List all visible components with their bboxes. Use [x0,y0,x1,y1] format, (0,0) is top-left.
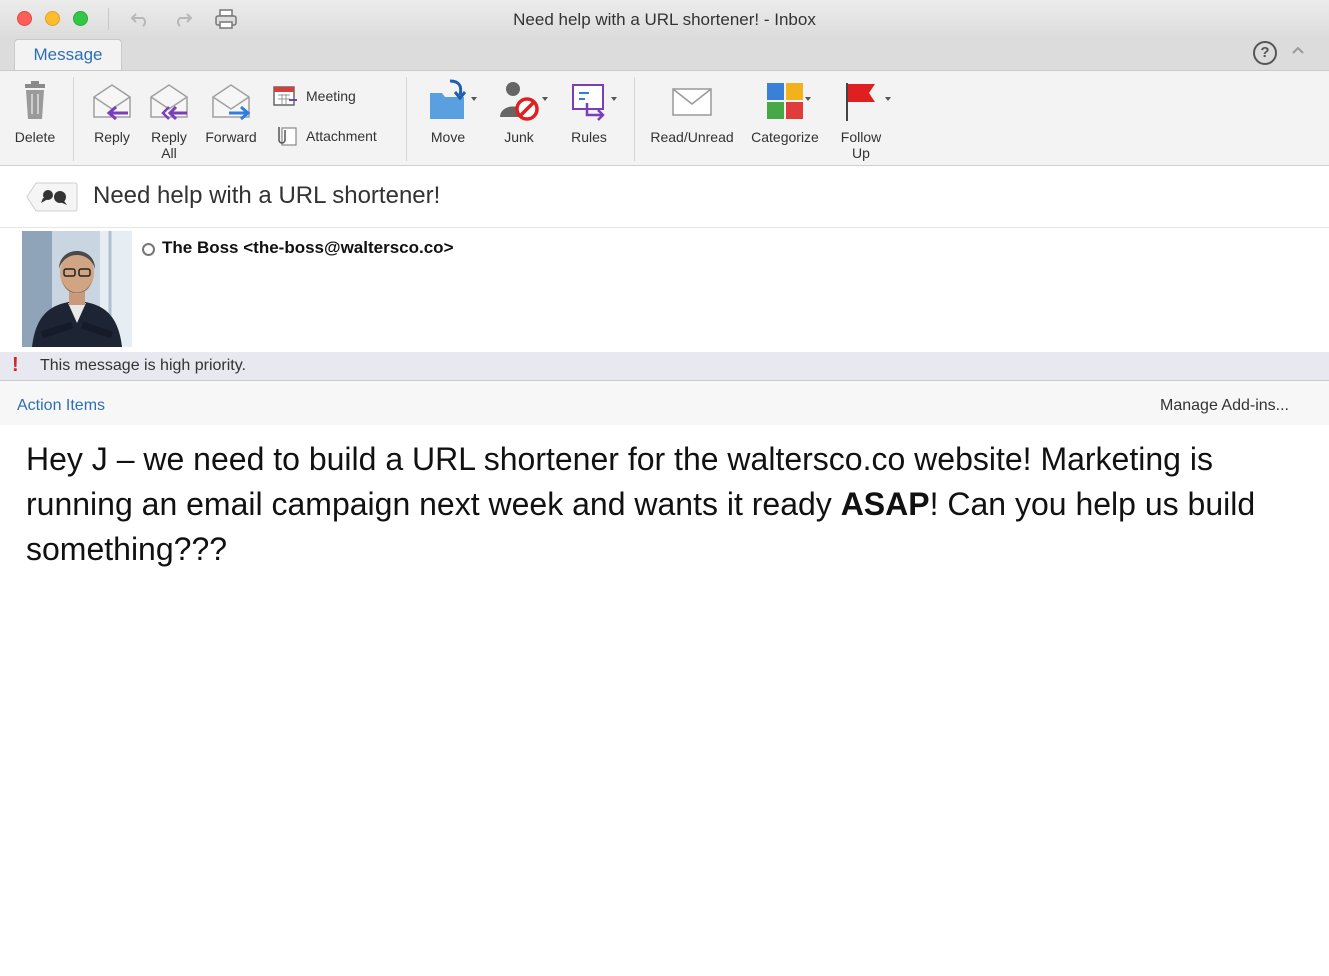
priority-message: This message is high priority. [40,357,246,374]
sender-avatar [22,231,132,347]
delete-label: Delete [14,129,56,145]
title-bar: Need help with a URL shortener! - Inbox [0,0,1329,38]
priority-infobar: ! This message is high priority. [0,352,1329,381]
manage-addins-link[interactable]: Manage Add-ins... [1160,397,1289,415]
follow-up-button[interactable]: Follow Up [834,79,888,161]
read-unread-button[interactable]: Read/Unread [645,79,739,145]
message-subject: Need help with a URL shortener! [93,182,441,209]
reply-all-icon [150,84,188,121]
attachment-label: Attachment [306,128,377,144]
message-body: Hey J – we need to build a URL shortener… [0,425,1329,976]
junk-button[interactable]: Junk [492,79,546,145]
forward-button[interactable]: Forward [202,79,260,145]
envelope-icon [672,88,712,116]
categorize-dropdown-icon[interactable] [805,97,811,101]
follow-up-label-line2: Up [852,145,870,161]
message-body-text: Hey J – we need to build a URL shortener… [26,437,1306,572]
rules-button[interactable]: Rules [562,79,616,145]
forward-label: Forward [205,129,257,145]
conversation-icon[interactable] [26,182,78,212]
move-dropdown-icon[interactable] [471,97,477,101]
ribbon-divider [634,77,635,161]
follow-up-dropdown-icon[interactable] [885,97,891,101]
sender-header: The Boss <the-boss@waltersco.co> [0,228,1329,352]
window-title: Need help with a URL shortener! - Inbox [513,10,816,29]
undo-icon[interactable] [127,8,153,30]
follow-up-label-line1: Follow [840,129,882,145]
reply-all-label-line2: All [161,145,177,161]
rules-dropdown-icon[interactable] [611,97,617,101]
meeting-button[interactable]: Meeting [273,85,356,107]
redo-icon[interactable] [170,8,196,30]
tab-message[interactable]: Message [14,39,122,71]
categorize-label: Categorize [751,129,819,145]
junk-label: Junk [504,129,534,145]
junk-dropdown-icon[interactable] [542,97,548,101]
junk-icon [500,82,539,121]
rules-icon [572,84,605,121]
body-text-bold: ASAP [840,486,930,522]
attachment-button[interactable]: Attachment [273,125,377,147]
reply-button[interactable]: Reply [86,79,138,145]
high-priority-icon: ! [12,354,19,376]
rules-label: Rules [571,129,607,145]
forward-icon [212,84,251,121]
action-items-link[interactable]: Action Items [17,397,105,415]
ribbon: Delete Reply Reply All Forward Meeting A… [0,70,1329,166]
print-icon[interactable] [213,8,239,30]
collapse-ribbon-icon[interactable] [1290,42,1308,62]
move-label: Move [430,129,466,145]
flag-icon [846,83,875,121]
reply-label: Reply [94,129,130,145]
calendar-icon [273,86,297,106]
presence-status-icon [142,243,155,256]
ribbon-divider [406,77,407,161]
reply-all-button[interactable]: Reply All [143,79,195,161]
sender-name[interactable]: The Boss <the-boss@waltersco.co> [162,238,454,258]
reply-icon [93,84,131,121]
reply-all-label-line1: Reply [151,129,187,145]
move-button[interactable]: Move [419,79,477,145]
folder-move-icon [430,79,467,119]
read-unread-label: Read/Unread [650,129,734,145]
categorize-icon [767,83,803,119]
delete-button[interactable]: Delete [10,79,60,145]
paperclip-icon [278,127,297,146]
ribbon-tab-bar: Message ? [0,38,1329,71]
subject-row: Need help with a URL shortener! [0,166,1329,228]
categorize-button[interactable]: Categorize [744,79,826,145]
trash-icon [25,81,45,119]
ribbon-divider [73,77,74,161]
toolbar-divider [108,8,109,30]
addins-bar: Action Items Manage Add-ins... [0,381,1329,425]
help-icon[interactable]: ? [1253,41,1277,65]
meeting-label: Meeting [306,88,356,104]
